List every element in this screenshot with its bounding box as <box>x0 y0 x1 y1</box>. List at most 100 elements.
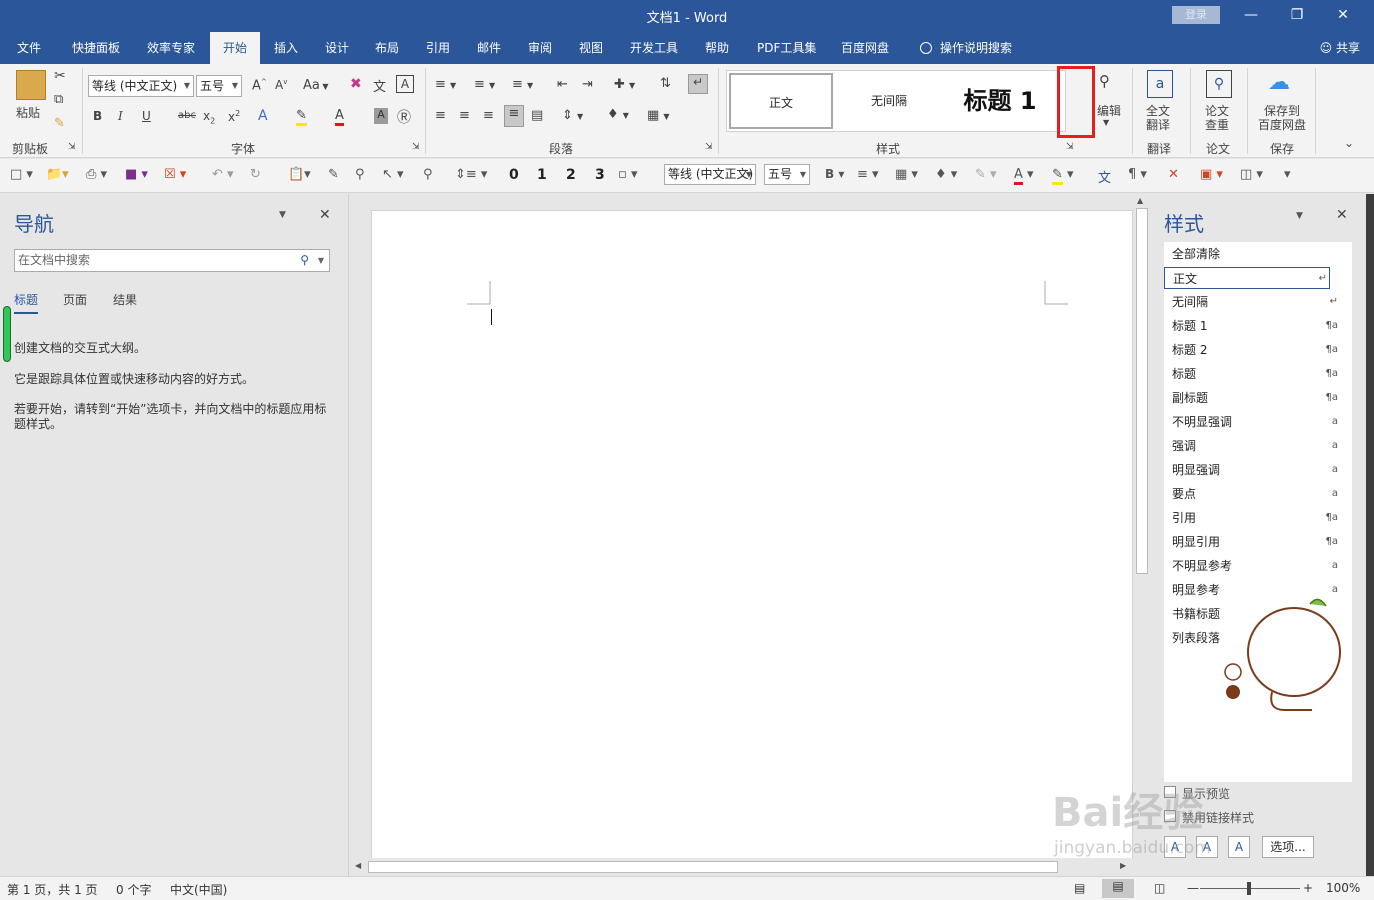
numbering-icon[interactable]: ≡ ▼ <box>474 77 495 92</box>
char-shading-icon[interactable]: A <box>374 108 388 124</box>
style-item[interactable]: 正文 ↵ <box>1164 267 1330 289</box>
search-icon[interactable]: ⚲ <box>300 250 309 271</box>
undo-icon[interactable]: ↶ ▾ <box>212 167 234 182</box>
paste-button[interactable]: 粘贴 <box>16 104 40 121</box>
clipboard-launcher-icon[interactable]: ⇲ <box>68 142 76 152</box>
heading-level-1[interactable]: 1 <box>537 167 547 183</box>
nav-search-input[interactable]: 在文档中搜索 ⚲ ▼ <box>14 249 330 272</box>
tab-review[interactable]: 审阅 <box>520 32 560 64</box>
share-button[interactable]: ☺ 共享 <box>1320 32 1360 64</box>
superscript-icon[interactable]: x2 <box>228 109 240 124</box>
translate-small-icon[interactable]: 文 <box>1098 167 1111 186</box>
style-item[interactable]: 无间隔 ↵ <box>1164 291 1352 313</box>
tab-help[interactable]: 帮助 <box>697 32 737 64</box>
close-doc-icon[interactable]: ☒ ▾ <box>164 167 186 182</box>
qat-font-dropdown[interactable]: 等线 (中文正文) ▼ <box>664 164 756 185</box>
cut-icon[interactable]: ✂ <box>54 68 66 84</box>
bold-icon[interactable]: B ▾ <box>825 167 844 181</box>
web-layout-icon[interactable]: ◫ <box>1154 881 1165 895</box>
font-size-dropdown[interactable]: 五号 ▼ <box>196 75 242 97</box>
align-icon[interactable]: ≡ ▾ <box>857 167 879 182</box>
font-color-icon[interactable]: A ▾ <box>1014 167 1034 185</box>
nav-tab-headings[interactable]: 标题 <box>14 291 39 314</box>
scroll-up-icon[interactable]: ▲ <box>1137 196 1143 205</box>
nav-tab-results[interactable]: 结果 <box>113 291 137 308</box>
page-icon[interactable]: ▫ ▾ <box>618 167 637 182</box>
nav-tab-pages[interactable]: 页面 <box>63 291 87 308</box>
style-normal[interactable]: 正文 <box>729 73 833 129</box>
font-name-dropdown[interactable]: 等线 (中文正文) ▼ <box>88 75 194 97</box>
table-icon[interactable]: ▦ ▾ <box>895 167 918 182</box>
heading-level-0[interactable]: 0 <box>509 167 519 183</box>
translate-icon[interactable]: a <box>1147 70 1173 98</box>
qat-size-dropdown[interactable]: 五号 ▼ <box>764 164 810 185</box>
show-marks-icon[interactable]: ↵ <box>688 74 708 94</box>
tab-efficiency[interactable]: 效率专家 <box>139 32 203 64</box>
tab-developer[interactable]: 开发工具 <box>622 32 686 64</box>
paper-check-button[interactable]: 论文 查重 <box>1205 104 1229 132</box>
print-layout-icon[interactable]: ▤ <box>1102 879 1134 898</box>
line-spacing-icon[interactable]: ⇕ ▼ <box>562 108 583 123</box>
tab-pdf-tools[interactable]: PDF工具集 <box>749 32 824 64</box>
strikethrough-icon[interactable]: abc <box>178 110 196 121</box>
zoom-slider-thumb[interactable] <box>1247 882 1251 895</box>
paragraph-mark-icon[interactable]: ¶ ▾ <box>1128 167 1147 182</box>
find-icon[interactable]: ⚲ <box>1099 72 1110 90</box>
subscript-icon[interactable]: x2 <box>203 109 215 125</box>
layout-icon[interactable]: ◫ ▾ <box>1240 167 1263 182</box>
copy-icon[interactable]: ⧉ <box>54 92 63 107</box>
chevron-down-icon[interactable]: ▼ <box>1296 211 1303 221</box>
save-to-netdisk-button[interactable]: 保存到 百度网盘 <box>1258 104 1306 132</box>
chinese-layout-icon[interactable]: ✚ ▼ <box>614 77 635 92</box>
style-item[interactable]: 不明显参考 a <box>1164 555 1352 577</box>
sort-icon[interactable]: ⇅ <box>660 76 671 91</box>
language[interactable]: 中文(中国) <box>170 881 227 898</box>
tab-baidu-netdisk[interactable]: 百度网盘 <box>833 32 897 64</box>
font-launcher-icon[interactable]: ⇲ <box>412 142 420 152</box>
zoom-icon[interactable]: ⚲ <box>355 167 365 182</box>
paste-icon[interactable] <box>16 70 46 100</box>
grow-font-icon[interactable]: A^ <box>252 78 267 93</box>
style-item[interactable]: 明显引用 ¶a <box>1164 531 1352 553</box>
style-heading-1[interactable]: 标题 1 <box>945 73 1055 129</box>
tab-home[interactable]: 开始 <box>210 32 260 64</box>
document-page[interactable] <box>371 210 1133 860</box>
tab-view[interactable]: 视图 <box>571 32 611 64</box>
styles-launcher-icon[interactable]: ⇲ <box>1066 142 1074 152</box>
tab-insert[interactable]: 插入 <box>266 32 306 64</box>
char-border-icon[interactable]: A <box>396 75 414 93</box>
print-icon[interactable]: ⎙ ▾ <box>86 167 107 182</box>
shrink-font-icon[interactable]: Av <box>275 78 287 92</box>
align-right-icon[interactable]: ≡ <box>483 108 494 123</box>
borders-icon[interactable]: ▦ ▼ <box>647 108 670 123</box>
fill-icon[interactable]: ♦ ▾ <box>935 167 957 182</box>
redo-icon[interactable]: ↻ <box>250 167 261 182</box>
scroll-right-icon[interactable]: ▶ <box>1120 861 1126 870</box>
clear-format-icon[interactable]: ✖ <box>350 76 362 92</box>
format-brush-icon[interactable]: ✎ <box>328 167 339 182</box>
distributed-icon[interactable]: ▤ <box>531 108 543 123</box>
text-effects-icon[interactable]: A <box>258 108 268 124</box>
scroll-thumb[interactable] <box>368 861 1058 873</box>
tab-design[interactable]: 设计 <box>317 32 357 64</box>
style-item[interactable]: 标题 ¶a <box>1164 363 1352 385</box>
word-count[interactable]: 0 个字 <box>116 881 151 898</box>
decrease-indent-icon[interactable]: ⇤ <box>557 77 568 92</box>
tab-mailings[interactable]: 邮件 <box>469 32 509 64</box>
heading-level-3[interactable]: 3 <box>595 167 605 183</box>
select-icon[interactable]: ↖ ▾ <box>382 167 404 182</box>
style-no-spacing[interactable]: 无间隔 <box>837 73 941 129</box>
style-item[interactable]: 标题 1 ¶a <box>1164 315 1352 337</box>
new-doc-icon[interactable]: □ ▾ <box>10 167 33 182</box>
font-color-icon[interactable]: A <box>335 108 344 126</box>
customize-icon[interactable]: ▾ <box>1284 167 1291 182</box>
zoom-out-icon[interactable]: — <box>1187 881 1199 895</box>
shading-icon[interactable]: ♦ ▼ <box>607 107 629 122</box>
paper-check-icon[interactable]: ⚲ <box>1206 70 1232 98</box>
read-mode-icon[interactable]: ▤ <box>1074 881 1085 895</box>
horizontal-scrollbar[interactable]: ◀ ▶ <box>350 858 1134 876</box>
scroll-thumb[interactable] <box>1136 208 1148 574</box>
chevron-down-icon[interactable]: ▼ <box>279 210 286 220</box>
align-left-icon[interactable]: ≡ <box>435 108 446 123</box>
edit-button[interactable]: 编辑 <box>1097 102 1121 119</box>
